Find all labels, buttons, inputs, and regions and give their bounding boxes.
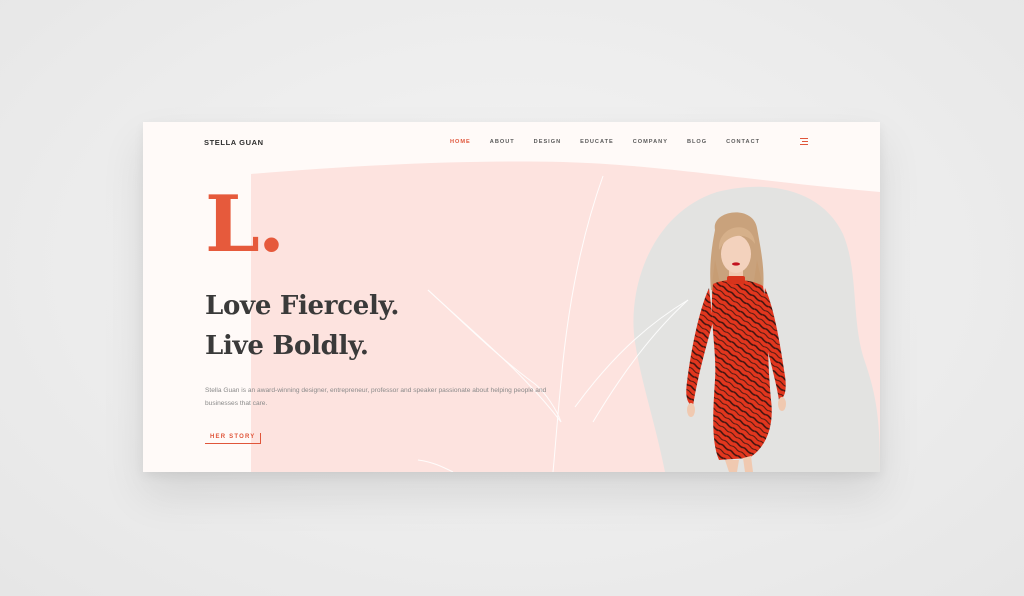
hero-letter: L. (205, 179, 285, 270)
site-brand[interactable]: STELLA GUAN (204, 138, 264, 147)
mockup-stage: STELLA GUAN HOME ABOUT DESIGN EDUCATE CO… (0, 0, 1024, 596)
nav-design[interactable]: DESIGN (534, 139, 561, 145)
hamburger-menu-icon[interactable] (800, 138, 808, 146)
her-story-button[interactable]: HER STORY (205, 433, 262, 444)
hero-headline: Love Fiercely. Live Boldly. (205, 286, 399, 366)
nav-about[interactable]: ABOUT (490, 139, 515, 145)
nav-blog[interactable]: BLOG (687, 139, 707, 145)
main-navigation: HOME ABOUT DESIGN EDUCATE COMPANY BLOG C… (450, 139, 779, 145)
nav-company[interactable]: COMPANY (633, 139, 668, 145)
website-page: STELLA GUAN HOME ABOUT DESIGN EDUCATE CO… (143, 122, 880, 472)
hero-description: Stella Guan is an award-winning designer… (205, 387, 547, 407)
headline-line-1: Love Fiercely. (205, 291, 400, 321)
nav-contact[interactable]: CONTACT (726, 139, 760, 145)
nav-home[interactable]: HOME (450, 139, 471, 145)
headline-line-2: Live Boldly. (205, 331, 369, 361)
woman-in-red-zebra-print-dress-photo (686, 212, 786, 472)
nav-educate[interactable]: EDUCATE (580, 139, 614, 145)
